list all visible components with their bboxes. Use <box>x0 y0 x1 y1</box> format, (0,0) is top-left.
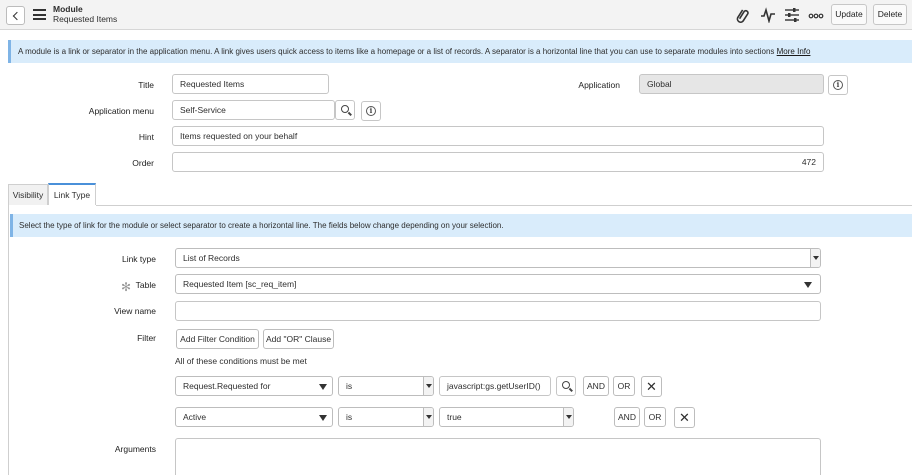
condition-2-value: true <box>447 412 462 422</box>
link-type-select[interactable]: List of Records <box>175 248 821 268</box>
condition-1-field-value: Request.Requested for <box>183 381 271 391</box>
chevron-down-icon <box>804 282 812 288</box>
chevron-down-icon <box>423 408 433 426</box>
chevron-down-icon <box>423 377 433 395</box>
condition-2-delete-button[interactable]: ✕ <box>674 407 695 428</box>
filter-label: Filter <box>137 333 156 343</box>
condition-1-lookup-button[interactable] <box>556 376 576 396</box>
condition-1-field-select[interactable]: Request.Requested for <box>175 376 333 396</box>
condition-2-or-button[interactable]: OR <box>644 407 666 427</box>
form-header: Module Requested Items Update Delete <box>0 0 912 30</box>
condition-1-operator-select[interactable]: is <box>338 376 434 396</box>
header-subtitle: Requested Items <box>53 14 118 24</box>
title-input[interactable]: Requested Items <box>172 74 329 94</box>
search-icon <box>562 381 570 389</box>
back-button[interactable] <box>6 6 25 25</box>
chevron-down-icon <box>810 249 820 267</box>
condition-2-operator-select[interactable]: is <box>338 407 434 427</box>
application-field: Global <box>639 74 824 94</box>
link-type-label: Link type <box>121 254 156 264</box>
title-label: Title <box>138 80 154 90</box>
app-menu-label: Application menu <box>88 106 154 116</box>
view-name-input[interactable] <box>175 301 821 321</box>
table-label: Table <box>135 280 156 290</box>
condition-2-field-value: Active <box>183 412 207 422</box>
hint-label: Hint <box>138 132 154 142</box>
chevron-down-icon <box>563 408 573 426</box>
app-menu-input[interactable]: Self-Service <box>172 100 335 120</box>
link-type-banner: Select the type of link for the module o… <box>10 214 912 237</box>
arguments-textarea[interactable] <box>175 438 821 475</box>
condition-2-operator-value: is <box>346 412 353 422</box>
info-banner: A module is a link or separator in the a… <box>8 40 912 63</box>
table-select[interactable]: Requested Item [sc_req_item] <box>175 274 821 294</box>
more-options-icon[interactable] <box>808 7 824 23</box>
app-menu-lookup-button[interactable] <box>335 100 355 120</box>
search-icon <box>341 105 349 113</box>
header-title: Module <box>53 4 83 14</box>
condition-1-and-button[interactable]: AND <box>583 376 609 396</box>
personalize-form-icon[interactable] <box>784 7 800 23</box>
info-icon: i <box>366 106 376 116</box>
add-or-clause-button[interactable]: Add "OR" Clause <box>263 329 334 349</box>
hint-input[interactable]: Items requested on your behalf <box>172 126 824 146</box>
info-banner-text: A module is a link or separator in the a… <box>18 47 775 56</box>
conditions-heading: All of these conditions must be met <box>175 356 307 366</box>
tab-link-type[interactable]: Link Type <box>48 183 96 205</box>
link-type-value: List of Records <box>183 253 240 263</box>
hamburger-menu-icon[interactable] <box>33 9 46 20</box>
chevron-down-icon <box>319 415 327 421</box>
more-info-link[interactable]: More Info <box>777 47 811 56</box>
condition-1-operator-value: is <box>346 381 353 391</box>
condition-2-and-button[interactable]: AND <box>614 407 640 427</box>
attachment-icon[interactable] <box>735 7 751 23</box>
condition-2-field-select[interactable]: Active <box>175 407 333 427</box>
delete-button[interactable]: Delete <box>873 4 907 25</box>
add-filter-condition-button[interactable]: Add Filter Condition <box>176 329 259 349</box>
application-label: Application <box>578 80 620 90</box>
activity-stream-icon[interactable] <box>760 7 776 23</box>
update-button[interactable]: Update <box>831 4 867 25</box>
arguments-label: Arguments <box>114 444 156 454</box>
chevron-down-icon <box>319 384 327 390</box>
condition-1-delete-button[interactable]: ✕ <box>641 376 662 397</box>
app-menu-info-button[interactable]: i <box>361 101 381 121</box>
view-name-label: View name <box>114 306 156 316</box>
application-info-button[interactable]: i <box>828 75 848 95</box>
close-icon: ✕ <box>646 379 657 394</box>
close-icon: ✕ <box>679 410 690 425</box>
info-icon: i <box>833 80 843 90</box>
table-value: Requested Item [sc_req_item] <box>183 279 297 289</box>
order-input[interactable]: 472 <box>172 152 824 172</box>
condition-2-value-select[interactable]: true <box>439 407 574 427</box>
tab-visibility[interactable]: Visibility <box>8 184 48 205</box>
condition-1-or-button[interactable]: OR <box>613 376 635 396</box>
condition-1-value-input[interactable]: javascript:gs.getUserID() <box>439 376 551 396</box>
order-label: Order <box>132 158 154 168</box>
